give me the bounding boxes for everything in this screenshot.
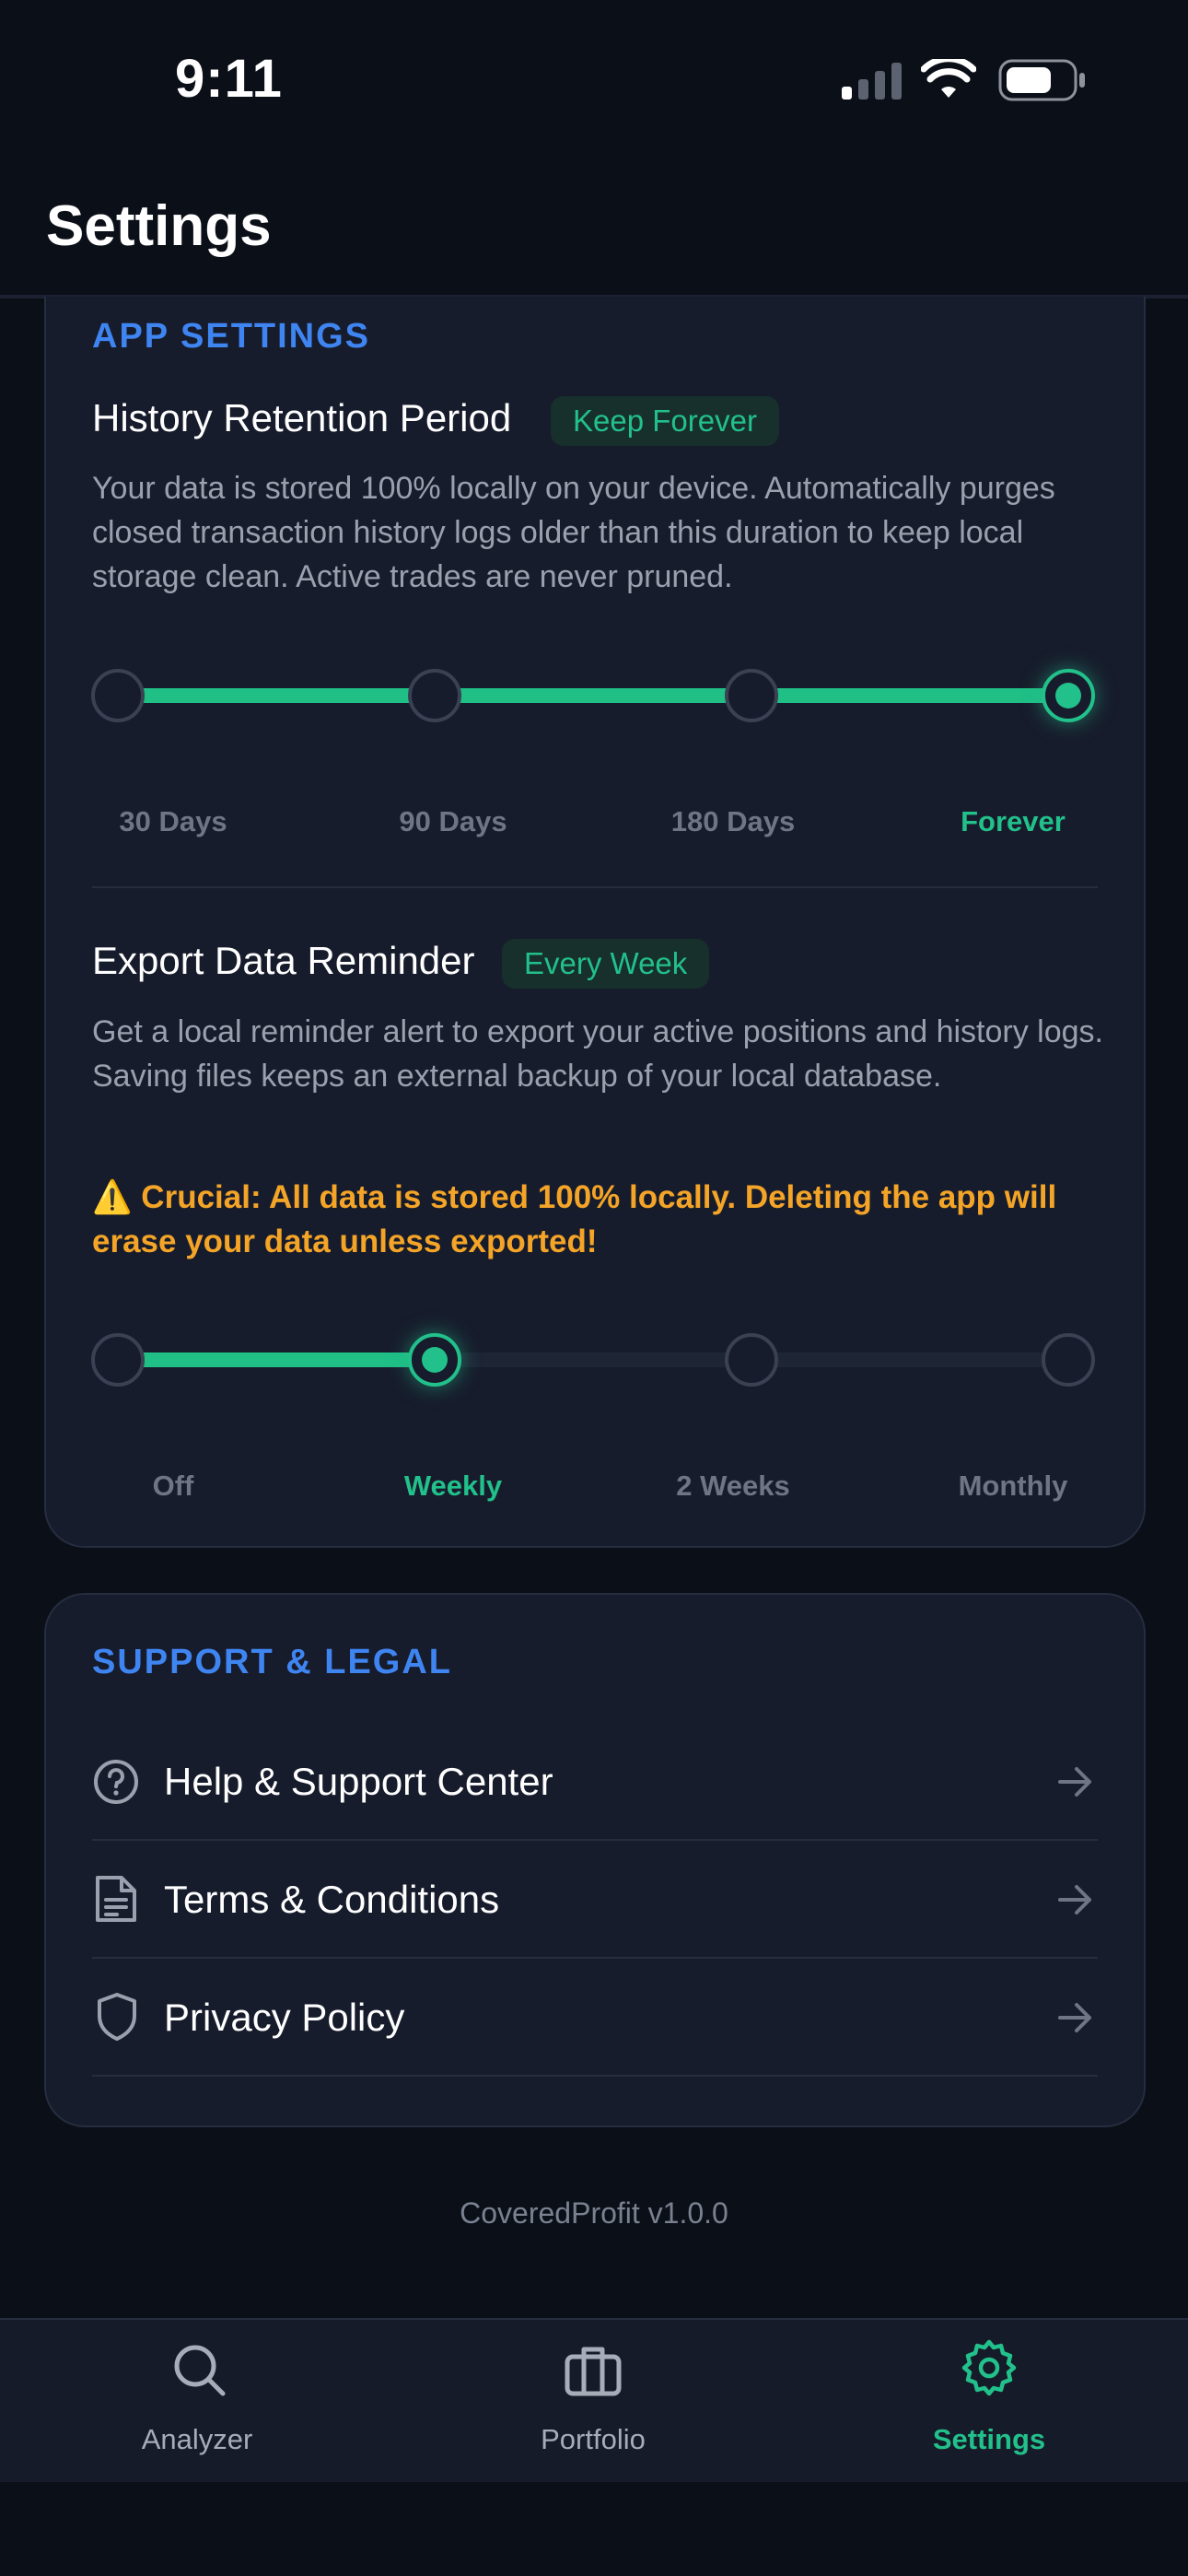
history-retention-badge: Keep Forever [551,396,779,446]
export-warning-text: ⚠️ Crucial: All data is stored 100% loca… [92,1179,1057,1259]
export-reminder-description: Get a local reminder alert to export you… [92,1014,1103,1094]
support-item-label: Privacy Policy [164,1996,405,2039]
history-stop-30-days[interactable] [91,669,145,722]
divider [92,886,1098,888]
history-slider-fill [118,688,1068,703]
shield-icon [98,1993,136,2041]
battery-icon [998,59,1085,101]
support-item-help[interactable]: Help & Support Center [92,1723,1098,1839]
arrow-right-icon [1058,1767,1091,1797]
history-stop-forever[interactable] [1042,669,1095,722]
support-item-label: Terms & Conditions [164,1878,500,1921]
history-option-label[interactable]: 90 Days [343,805,564,838]
app-version: CoveredProfit v1.0.0 [460,2196,728,2230]
support-item-privacy[interactable]: Privacy Policy [92,1959,1098,2075]
history-option-label[interactable]: 30 Days [63,805,284,838]
support-section-title: SUPPORT & LEGAL [92,1643,453,1681]
export-stop-monthly[interactable] [1042,1333,1095,1387]
support-item-label: Help & Support Center [164,1760,553,1803]
search-icon [174,2345,226,2396]
tab-analyzer[interactable]: Analyzer [77,2329,317,2467]
gear-icon [961,2339,1017,2396]
page-title-overlay: Settings [46,194,272,258]
status-time: 9:11 [175,49,283,109]
app-settings-section-title: APP SETTINGS [92,317,371,356]
divider [92,2075,1098,2077]
export-stop-weekly[interactable] [408,1333,461,1387]
tab-label-selected: Settings [932,2423,1046,2455]
history-stop-90-days[interactable] [408,669,461,722]
export-option-label[interactable]: Monthly [903,1469,1124,1503]
export-slider-fill [118,1352,435,1367]
cellular-signal-icon [842,63,902,100]
tab-label: Portfolio [541,2423,646,2455]
tab-settings[interactable]: Settings [869,2329,1109,2467]
arrow-right-icon [1058,1885,1091,1914]
export-stop-off[interactable] [91,1333,145,1387]
export-reminder-title: Export Data Reminder [92,939,475,982]
support-item-terms[interactable]: Terms & Conditions [92,1841,1098,1957]
history-option-label[interactable]: 180 Days [623,805,844,838]
history-retention-description: Your data is stored 100% locally on your… [92,471,1055,594]
export-option-label-selected[interactable]: Weekly [343,1469,564,1503]
briefcase-icon [565,2347,622,2396]
wifi-icon [921,59,976,98]
history-option-label-selected[interactable]: Forever [903,805,1124,838]
export-reminder-badge: Every Week [502,939,710,989]
export-option-label[interactable]: Off [63,1469,284,1503]
history-stop-180-days[interactable] [725,669,778,722]
history-retention-title: History Retention Period [92,396,512,439]
arrow-right-icon [1058,2003,1091,2032]
export-stop-2-weeks[interactable] [725,1333,778,1387]
tab-portfolio[interactable]: Portfolio [473,2329,713,2467]
document-icon [96,1876,136,1922]
help-circle-icon [94,1760,138,1804]
home-indicator-area [0,2482,1188,2576]
tab-label: Analyzer [141,2423,253,2455]
export-option-label[interactable]: 2 Weeks [623,1469,844,1503]
